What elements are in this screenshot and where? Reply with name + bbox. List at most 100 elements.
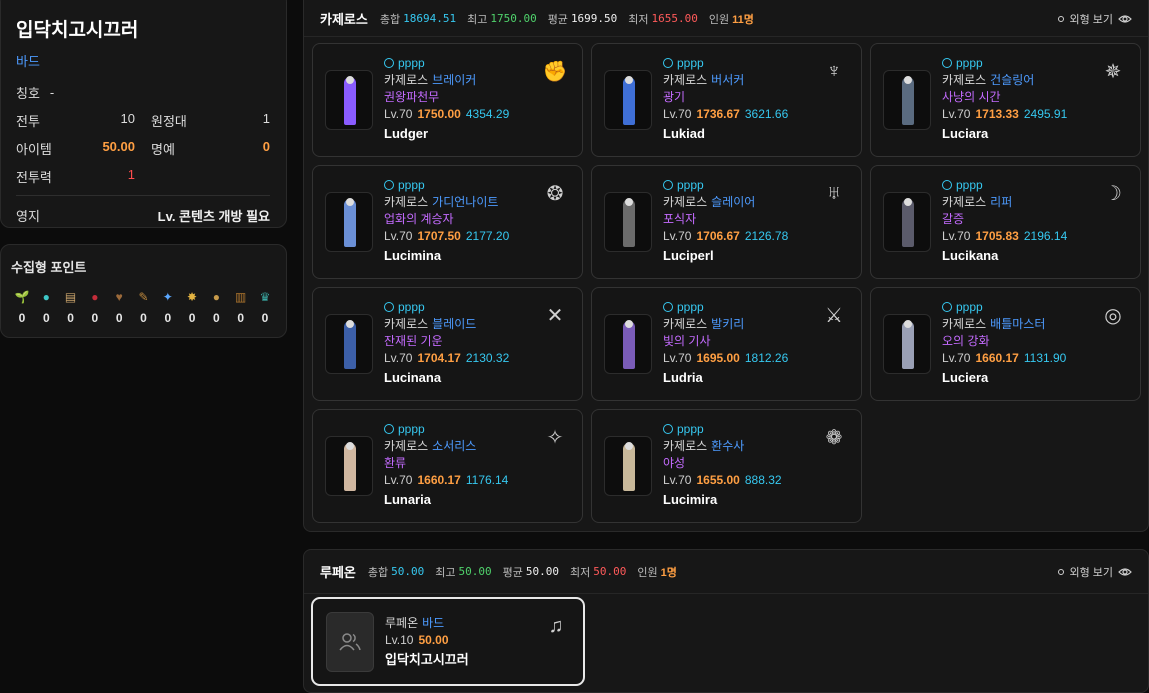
domain-row: 영지 Lv. 콘텐츠 개방 필요	[16, 201, 270, 229]
character-card[interactable]: pppp 카제로스 건슬링어 사냥의 시간 Lv.70 1713.33 2495.91 Luc…	[870, 43, 1141, 157]
character-figure	[902, 76, 914, 125]
character-server: 카제로스	[384, 73, 429, 87]
collectible-title: 수집형 포인트	[11, 260, 87, 275]
owner-name: pppp	[677, 300, 704, 314]
character-card[interactable]: pppp 카제로스 배틀마스터 오의 강화 Lv.70 1660.17 1131.90 Luc…	[870, 287, 1141, 401]
character-server: 카제로스	[942, 195, 987, 209]
character-portrait	[883, 314, 931, 374]
character-class: 가디언나이트	[432, 195, 499, 209]
character-class: 바드	[16, 54, 40, 69]
collectible-count: 0	[115, 311, 123, 325]
collectible-count: 0	[213, 311, 220, 325]
server-name: 루페온	[320, 565, 356, 580]
character-class: 리퍼	[990, 195, 1013, 209]
character-server: 카제로스	[384, 439, 429, 453]
owner-name: pppp	[398, 56, 425, 70]
collectible-count: 0	[18, 311, 26, 325]
character-card[interactable]: pppp 카제로스 환수사 야성 Lv.70 1655.00 888.32 Lucimira ❁	[591, 409, 862, 523]
character-card[interactable]: pppp 카제로스 소서리스 환류 Lv.70 1660.17 1176.14 Lunaria…	[312, 409, 583, 523]
character-class: 환수사	[711, 439, 745, 453]
character-level: Lv.70	[942, 351, 971, 365]
appearance-toggle[interactable]: 외형 보기	[1058, 564, 1132, 580]
character-card[interactable]: pppp 카제로스 슬레이어 포식자 Lv.70 1706.67 2126.78 Lucipe…	[591, 165, 862, 279]
sprout-icon: 🌱	[14, 290, 30, 304]
profile-panel: 입닥치고시끄러 바드 칭호 - 전투 10 원정대 1 아이템 50.00 명예 0 전…	[0, 0, 287, 228]
wildsoul-icon: ❁	[825, 426, 843, 449]
blade-icon: ✕	[546, 304, 564, 327]
character-figure	[902, 320, 914, 369]
appearance-label: 외형 보기	[1069, 13, 1113, 26]
collectible-item[interactable]: ● 0	[205, 288, 227, 325]
character-card[interactable]: pppp 카제로스 브레이커 권왕파천무 Lv.70 1750.00 4354.29 Ludg…	[312, 43, 583, 157]
owner-name: pppp	[677, 178, 704, 192]
berserker-icon: ♆	[826, 59, 842, 82]
character-figure	[623, 76, 635, 125]
min-value: 50.00	[593, 565, 627, 578]
collectible-item[interactable]: ▤ 0	[60, 288, 82, 325]
character-name: Lucikana	[942, 248, 999, 263]
character-card[interactable]: pppp 카제로스 블레이드 잔재된 기운 Lv.70 1704.17 2130.32 Luc…	[312, 287, 583, 401]
character-portrait	[325, 70, 373, 130]
dragon-icon: ❂	[546, 182, 564, 205]
eye-icon	[1118, 567, 1132, 576]
voyage-icon: ✦	[162, 290, 173, 304]
character-portrait	[325, 314, 373, 374]
collectible-item[interactable]: ● 0	[35, 288, 57, 325]
character-level: Lv.70	[384, 351, 413, 365]
collectible-count: 0	[91, 311, 99, 325]
combat-label: 전투	[16, 113, 40, 129]
divider	[16, 195, 270, 196]
toggle-dot-icon	[1058, 15, 1065, 22]
owner-name: pppp	[677, 422, 704, 436]
character-level: Lv.70	[942, 229, 971, 243]
gunslinger-icon: ✵	[1104, 60, 1122, 83]
character-level: Lv.70	[663, 473, 692, 487]
character-item-level: 1736.67	[696, 107, 740, 121]
domain-value: Lv. 콘텐츠 개방 필요	[157, 208, 270, 224]
appearance-toggle[interactable]: 외형 보기	[1058, 11, 1132, 27]
collectible-item[interactable]: ♛ 0	[254, 288, 276, 325]
collectible-item[interactable]: ♥ 0	[108, 288, 130, 325]
character-name: Ludria	[663, 370, 703, 385]
character-item-level: 50.00	[418, 633, 449, 647]
collectible-item[interactable]: ▥ 0	[230, 288, 252, 325]
character-combat-power: 2196.14	[1023, 229, 1068, 243]
character-server: 카제로스	[663, 73, 708, 87]
owner-name: pppp	[956, 300, 983, 314]
owner-name: pppp	[956, 56, 983, 70]
max-label: 최고	[435, 566, 456, 579]
collectible-item[interactable]: 🌱 0	[11, 288, 33, 325]
collectible-item[interactable]: ● 0	[84, 288, 106, 325]
character-portrait	[604, 70, 652, 130]
character-server: 루페온	[385, 616, 419, 630]
character-portrait	[883, 192, 931, 252]
min-label: 최저	[628, 13, 649, 26]
sorceress-icon: ✧	[546, 426, 564, 449]
character-class: 배틀마스터	[990, 317, 1046, 331]
character-item-level: 1750.00	[417, 107, 461, 121]
character-title: 오의 강화	[942, 334, 990, 348]
character-level: Lv.70	[942, 107, 971, 121]
character-class: 브레이커	[432, 73, 477, 87]
character-figure	[344, 198, 356, 247]
character-card[interactable]: pppp 카제로스 발키리 빛의 기사 Lv.70 1695.00 1812.26 Ludri…	[591, 287, 862, 401]
character-card[interactable]: pppp 카제로스 버서커 광기 Lv.70 1736.67 3621.66 Lukiad ♆	[591, 43, 862, 157]
character-card[interactable]: pppp 카제로스 가디언나이트 업화의 계승자 Lv.70 1707.50 2177.20…	[312, 165, 583, 279]
expedition-value: 1	[262, 110, 270, 126]
collectible-item[interactable]: ✸ 0	[181, 288, 203, 325]
user-icon	[663, 424, 673, 434]
character-item-level: 1704.17	[417, 351, 461, 365]
character-card[interactable]: 루페온 바드 Lv.10 50.00 입닥치고시끄러 ♫	[311, 597, 585, 686]
collectible-count: 0	[237, 311, 245, 325]
character-card[interactable]: pppp 카제로스 리퍼 갈증 Lv.70 1705.83 2196.14 Lucikana ☽	[870, 165, 1141, 279]
character-portrait	[604, 314, 652, 374]
user-icon	[942, 58, 952, 68]
power-value: 1	[127, 166, 135, 182]
collectible-item[interactable]: ✎ 0	[132, 288, 154, 325]
users-icon	[339, 633, 361, 651]
orb-icon: ●	[212, 290, 220, 304]
eye-icon	[1118, 14, 1132, 23]
collectible-item[interactable]: ✦ 0	[157, 288, 179, 325]
character-level: Lv.70	[384, 107, 413, 121]
character-class: 발키리	[711, 317, 745, 331]
